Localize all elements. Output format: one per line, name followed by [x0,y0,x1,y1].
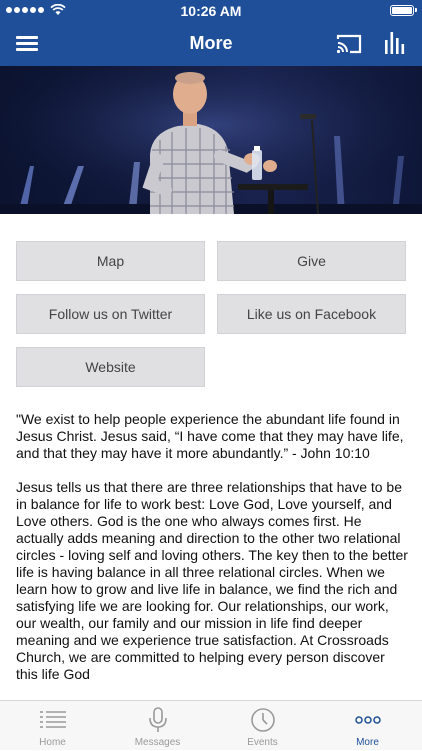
tab-bar: Home Messages Events More [0,700,422,750]
status-bar: 10:26 AM [0,0,422,22]
microphone-icon [149,707,167,732]
clock-icon [251,708,275,732]
facebook-button[interactable]: Like us on Facebook [217,294,406,334]
twitter-button[interactable]: Follow us on Twitter [16,294,205,334]
cast-icon[interactable] [336,32,362,56]
tab-events[interactable]: Events [210,701,315,751]
pastor-speaking-image [0,66,422,214]
tab-messages[interactable]: Messages [105,701,210,751]
mission-paragraph: "We exist to help people experience the … [16,411,404,461]
relationships-paragraph: Jesus tells us that there are three rela… [16,479,408,682]
tab-events-label: Events [247,737,278,748]
nav-bar: More [0,22,422,66]
tab-home-label: Home [39,737,66,748]
tab-home[interactable]: Home [0,701,105,751]
hero-image [0,66,422,214]
map-button[interactable]: Map [16,241,205,281]
audio-bars-icon[interactable] [384,30,406,56]
battery-icon [390,5,417,16]
give-button[interactable]: Give [217,241,406,281]
tab-more[interactable]: More [315,701,420,751]
about-text: "We exist to help people experience the … [16,411,408,701]
more-dots-icon [355,716,381,724]
tab-more-label: More [356,737,379,748]
tab-messages-label: Messages [134,737,181,748]
website-button[interactable]: Website [16,347,205,387]
list-icon [40,711,66,728]
status-time: 10:26 AM [180,3,242,19]
